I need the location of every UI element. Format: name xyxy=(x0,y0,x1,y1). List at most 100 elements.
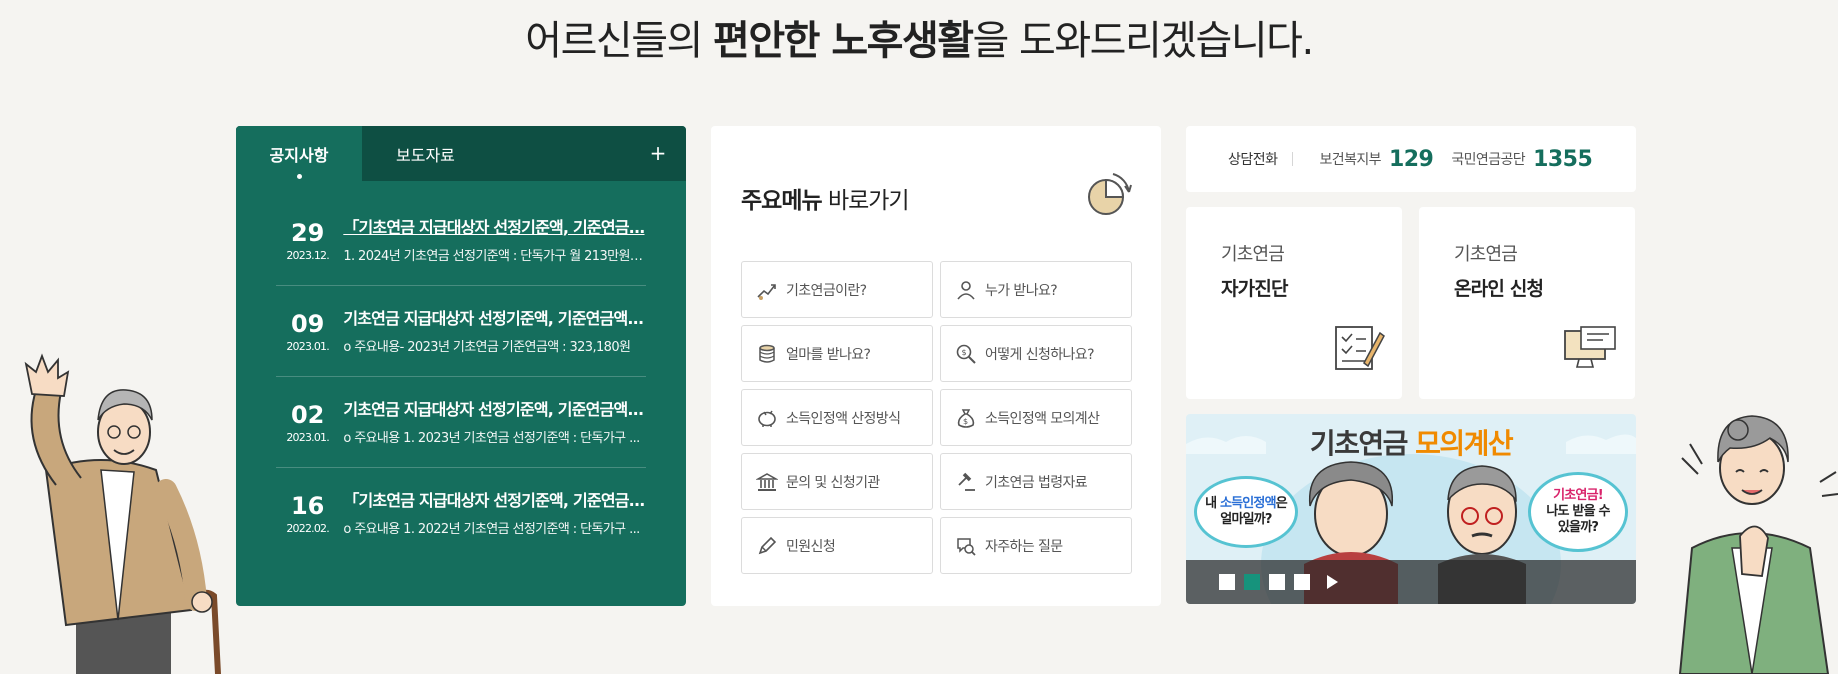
money-bag-icon: $ xyxy=(957,408,975,428)
notice-day: 09 xyxy=(290,309,325,338)
slide-indicator-1[interactable] xyxy=(1219,574,1235,590)
main-menu-panel: 주요메뉴 바로가기 기초연금이란? 누가 받나요? 얼마를 받나요? $ 어떻게… xyxy=(711,126,1161,606)
phone-org-nps: 국민연금공단 xyxy=(1451,152,1526,168)
notice-title[interactable]: 「기초연금 지급대상자 선정기준액, 기준연금... xyxy=(343,490,646,512)
headline-post: 을 도와드리겠습니다. xyxy=(972,18,1315,64)
tab-press-label: 보도자료 xyxy=(396,145,455,165)
more-button[interactable]: + xyxy=(644,139,672,167)
phone-number-mohw[interactable]: 129 xyxy=(1389,147,1434,172)
menu-income-simulation-button[interactable]: $ 소득인정액 모의계산 xyxy=(940,389,1132,446)
banner-title-main: 기초연금 xyxy=(1309,427,1416,460)
pension-simulation-banner[interactable]: 기초연금 모의계산 내 소득인정액은 얼마일까? 기초연금! 나도 받을 수 있… xyxy=(1186,414,1636,604)
menu-label: 민원신청 xyxy=(786,538,836,555)
pie-chart-icon xyxy=(1088,173,1132,215)
tab-press-releases[interactable]: 보도자료 xyxy=(362,126,522,181)
page-headline: 어르신들의 편안한 노후생활을 도와드리겠습니다. xyxy=(0,8,1838,66)
menu-legal-materials-button[interactable]: 기초연금 법령자료 xyxy=(940,453,1132,510)
play-icon[interactable] xyxy=(1327,575,1338,589)
person-icon xyxy=(957,280,975,300)
notice-date: 09 2023.01. xyxy=(276,310,339,353)
menu-how-to-apply-button[interactable]: $ 어떻게 신청하나요? xyxy=(940,325,1132,382)
menu-label: 기초연금 법령자료 xyxy=(985,474,1088,491)
bubble-left-pre: 내 xyxy=(1205,496,1220,511)
notice-tabs: 공지사항 보도자료 + xyxy=(236,126,686,181)
notice-date: 29 2023.12. xyxy=(276,219,339,262)
phone-label: 상담전화 xyxy=(1228,152,1278,168)
main-menu-title-bold: 주요메뉴 xyxy=(741,188,823,214)
menu-label: 소득인정액 모의계산 xyxy=(985,410,1100,427)
menu-how-much-button[interactable]: 얼마를 받나요? xyxy=(741,325,933,382)
notice-item[interactable]: 29 2023.12. 「기초연금 지급대상자 선정기준액, 기준연금... 1… xyxy=(276,195,646,286)
coins-icon xyxy=(759,344,775,363)
notice-desc: o 주요내용 1. 2023년 기초연금 선정기준액 : 단독가구 ... xyxy=(343,430,640,446)
notice-item[interactable]: 02 2023.01. 기초연금 지급대상자 선정기준액, 기준연금액... o… xyxy=(276,377,646,468)
grandfather-illustration xyxy=(24,353,221,674)
banner-bubble-right: 기초연금! 나도 받을 수 있을까? xyxy=(1528,472,1628,552)
notice-item[interactable]: 16 2022.02. 「기초연금 지급대상자 선정기준액, 기준연금... o… xyxy=(276,468,646,559)
notice-day: 16 xyxy=(290,492,325,520)
card-line2: 온라인 신청 xyxy=(1454,278,1544,300)
tab-notices[interactable]: 공지사항 xyxy=(236,126,362,181)
bubble-right-line3: 있을까? xyxy=(1557,520,1599,535)
menu-who-receives-button[interactable]: 누가 받나요? xyxy=(940,261,1132,318)
banner-bubble-left: 내 소득인정액은 얼마일까? xyxy=(1194,476,1298,548)
card-line1: 기초연금 xyxy=(1454,244,1518,265)
notice-item[interactable]: 09 2023.01. 기초연금 지급대상자 선정기준액, 기준연금액... o… xyxy=(276,286,646,377)
svg-text:$: $ xyxy=(963,417,968,426)
chat-search-icon xyxy=(957,537,976,556)
headline-pre: 어르신들의 xyxy=(525,18,714,64)
active-tab-indicator xyxy=(297,174,302,179)
menu-label: 어떻게 신청하나요? xyxy=(985,346,1095,363)
notice-text: 「기초연금 지급대상자 선정기준액, 기준연금... o 주요내용 1. 202… xyxy=(343,490,646,537)
notice-year-month: 2023.01. xyxy=(286,430,329,444)
banner-slider-controls xyxy=(1186,560,1636,604)
menu-label: 누가 받나요? xyxy=(985,282,1058,299)
menu-label: 소득인정액 산정방식 xyxy=(786,410,901,427)
notice-date: 16 2022.02. xyxy=(276,492,339,535)
notice-title[interactable]: 기초연금 지급대상자 선정기준액, 기준연금액... xyxy=(343,308,646,330)
piggy-bank-icon xyxy=(758,410,776,427)
notice-year-month: 2023.01. xyxy=(286,339,329,353)
bubble-right-accent: 기초연금! xyxy=(1553,488,1604,503)
pen-icon xyxy=(758,536,777,554)
tab-notices-label: 공지사항 xyxy=(269,145,329,165)
notice-list: 29 2023.12. 「기초연금 지급대상자 선정기준액, 기준연금... 1… xyxy=(236,195,686,559)
search-money-icon: $ xyxy=(956,344,976,364)
menu-what-is-pension-button[interactable]: 기초연금이란? xyxy=(741,261,933,318)
menu-label: 문의 및 신청기관 xyxy=(786,474,880,491)
notice-panel: 공지사항 보도자료 + 29 2023.12. 「기초연금 지급대상자 선정기준… xyxy=(236,126,686,606)
self-diagnosis-card[interactable]: 기초연금 자가진단 xyxy=(1186,207,1402,399)
notice-day: 29 xyxy=(290,218,325,247)
bubble-left-line2: 얼마일까? xyxy=(1220,512,1272,527)
slide-indicator-4[interactable] xyxy=(1294,574,1310,590)
slide-indicator-2[interactable] xyxy=(1244,574,1260,590)
phone-divider xyxy=(1291,152,1293,166)
svg-text:$: $ xyxy=(962,348,967,357)
menu-label: 자주하는 질문 xyxy=(985,538,1063,555)
bubble-right-line2: 나도 받을 수 xyxy=(1546,504,1610,519)
building-icon xyxy=(756,472,778,491)
notice-year-month: 2023.12. xyxy=(286,248,329,262)
menu-label: 얼마를 받나요? xyxy=(786,346,871,363)
notice-date: 02 2023.01. xyxy=(276,401,339,444)
notice-title[interactable]: 「기초연금 지급대상자 선정기준액, 기준연금... xyxy=(343,217,646,239)
menu-income-calc-method-button[interactable]: 소득인정액 산정방식 xyxy=(741,389,933,446)
bubble-left-post: 은 xyxy=(1275,496,1288,511)
notice-title[interactable]: 기초연금 지급대상자 선정기준액, 기준연금액... xyxy=(343,399,646,421)
grandmother-illustration xyxy=(1678,415,1838,674)
menu-faq-button[interactable]: 자주하는 질문 xyxy=(940,517,1132,574)
card-line1: 기초연금 xyxy=(1221,244,1285,265)
notice-desc: 1. 2024년 기초연금 선정기준액 : 단독가구 월 213만원 /... xyxy=(343,248,646,264)
card-line2: 자가진단 xyxy=(1221,278,1289,300)
phone-number-nps[interactable]: 1355 xyxy=(1533,147,1593,172)
notice-day: 02 xyxy=(290,400,325,429)
slide-indicator-3[interactable] xyxy=(1269,574,1285,590)
menu-civil-petition-button[interactable]: 민원신청 xyxy=(741,517,933,574)
online-application-card[interactable]: 기초연금 온라인 신청 xyxy=(1419,207,1635,399)
phone-org-mohw: 보건복지부 xyxy=(1319,152,1382,168)
gavel-icon xyxy=(958,472,975,491)
menu-inquiry-agencies-button[interactable]: 문의 및 신청기관 xyxy=(741,453,933,510)
notice-text: 「기초연금 지급대상자 선정기준액, 기준연금... 1. 2024년 기초연금… xyxy=(343,217,646,264)
notice-desc: o 주요내용- 2023년 기초연금 기준연금액 : 323,180원 xyxy=(343,339,631,355)
notice-desc: o 주요내용 1. 2022년 기초연금 선정기준액 : 단독가구 ... xyxy=(343,522,640,537)
